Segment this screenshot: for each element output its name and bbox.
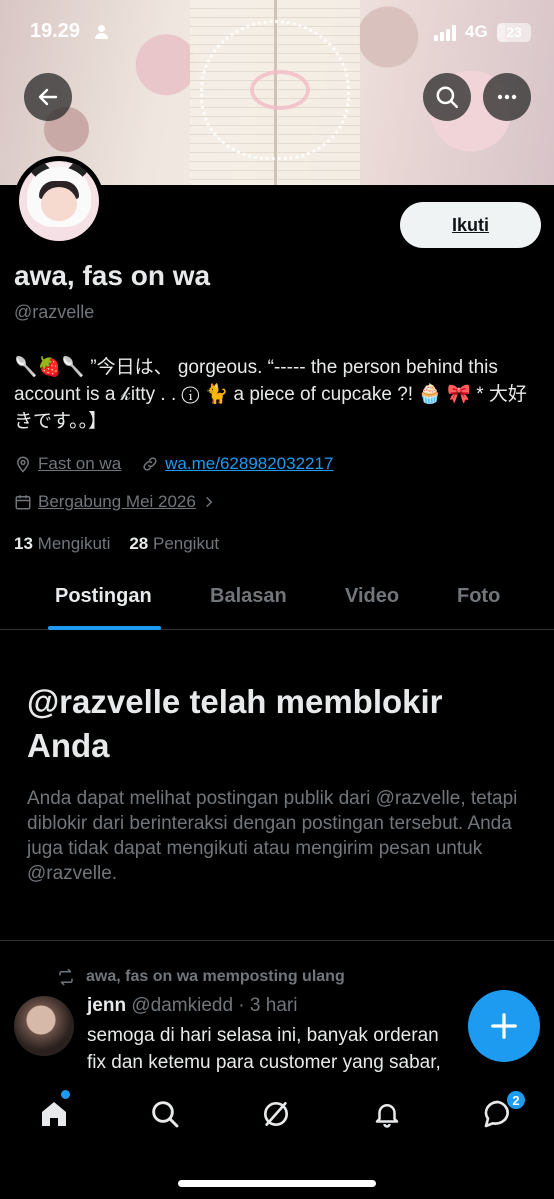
- banner-ribbon: [250, 70, 310, 110]
- more-button[interactable]: [483, 73, 531, 121]
- calendar-icon: [15, 495, 31, 510]
- link-icon: [143, 457, 157, 471]
- battery-percent: 23: [506, 24, 522, 40]
- status-bar: 19.29 4G 23: [0, 0, 554, 66]
- following-link[interactable]: 13 Mengikuti: [14, 534, 110, 553]
- post-text[interactable]: semoga di hari selasa ini, banyak ordera…: [87, 1022, 507, 1076]
- home-notification-dot: [61, 1090, 70, 1099]
- search-icon: [436, 86, 458, 108]
- battery-icon: 23: [497, 23, 531, 42]
- messages-badge: 2: [505, 1089, 527, 1111]
- plus-icon: [491, 1013, 517, 1039]
- follow-stats: 13 Mengikuti 28 Pengikut: [14, 534, 219, 554]
- following-label: Mengikuti: [37, 534, 111, 553]
- following-count: 13: [14, 534, 33, 553]
- bell-icon: [375, 1104, 399, 1128]
- profile-avatar[interactable]: [14, 156, 104, 246]
- nav-notifications[interactable]: [367, 1094, 407, 1134]
- post-author-avatar[interactable]: [14, 996, 74, 1056]
- person-icon: [95, 25, 108, 39]
- tab-foto[interactable]: Foto: [457, 585, 500, 608]
- grok-icon: [264, 1102, 288, 1126]
- post-time: · 3 hari: [238, 995, 298, 1016]
- status-time: 19.29: [30, 20, 81, 42]
- search-button[interactable]: [423, 73, 471, 121]
- follow-button[interactable]: Ikuti: [400, 202, 541, 248]
- repost-icon: [59, 968, 73, 986]
- location-text: Fast on wa: [38, 454, 122, 473]
- followers-count: 28: [129, 534, 149, 553]
- post-text-line-1: semoga di hari selasa ini, banyak ordera…: [87, 1025, 439, 1046]
- profile-handle: @razvelle: [14, 302, 95, 322]
- post-author-handle: @damkiedd: [131, 995, 234, 1016]
- blocked-title: @razvelle telah memblokir Anda: [27, 683, 443, 764]
- display-name: awa, fas on wa: [14, 260, 211, 291]
- active-tab-indicator: [48, 626, 161, 630]
- website-link[interactable]: wa.me/628982032217: [165, 454, 333, 474]
- followers-link[interactable]: 28 Pengikut: [129, 534, 219, 553]
- post-author-name: jenn: [87, 995, 127, 1016]
- blocked-message: Anda dapat melihat postingan publik dari…: [27, 788, 518, 884]
- arrow-left-icon: [38, 88, 58, 106]
- back-button[interactable]: [24, 73, 72, 121]
- chevron-right-icon: [205, 496, 213, 508]
- post-header[interactable]: jenn @damkiedd · 3 hari: [87, 995, 297, 1017]
- tab-video[interactable]: Video: [345, 585, 399, 608]
- joined-text: Bergabung Mei 2026: [38, 492, 196, 511]
- tab-balasan[interactable]: Balasan: [210, 585, 287, 608]
- network-type: 4G: [465, 22, 488, 41]
- joined-row[interactable]: Bergabung Mei 2026: [14, 490, 222, 514]
- compose-button[interactable]: [468, 990, 540, 1062]
- home-indicator: [178, 1180, 376, 1187]
- followers-label: Pengikut: [152, 534, 220, 553]
- home-icon: [42, 1102, 66, 1126]
- tab-postingan[interactable]: Postingan: [55, 585, 152, 608]
- profile-bio: 🥄🍓🥄 ”今日は、 gorgeous. “----- the person be…: [14, 357, 527, 432]
- post-text-line-2: fix dan ketemu para customer yang sabar,: [87, 1052, 441, 1073]
- location-icon: [16, 456, 30, 473]
- signal-icon: [434, 25, 460, 41]
- nav-search[interactable]: [145, 1094, 185, 1134]
- search-icon: [152, 1101, 179, 1128]
- more-icon: [497, 94, 517, 100]
- nav-home[interactable]: [34, 1094, 74, 1134]
- avatar-image: [19, 161, 99, 241]
- repost-indicator: awa, fas on wa memposting ulang: [56, 968, 345, 986]
- repost-label: awa, fas on wa memposting ulang: [86, 968, 345, 985]
- nav-grok[interactable]: [256, 1094, 296, 1134]
- location-row: Fast on wa wa.me/628982032217: [14, 452, 333, 476]
- profile-tabs: Postingan Balasan Video Foto: [0, 570, 554, 630]
- divider: [0, 940, 554, 941]
